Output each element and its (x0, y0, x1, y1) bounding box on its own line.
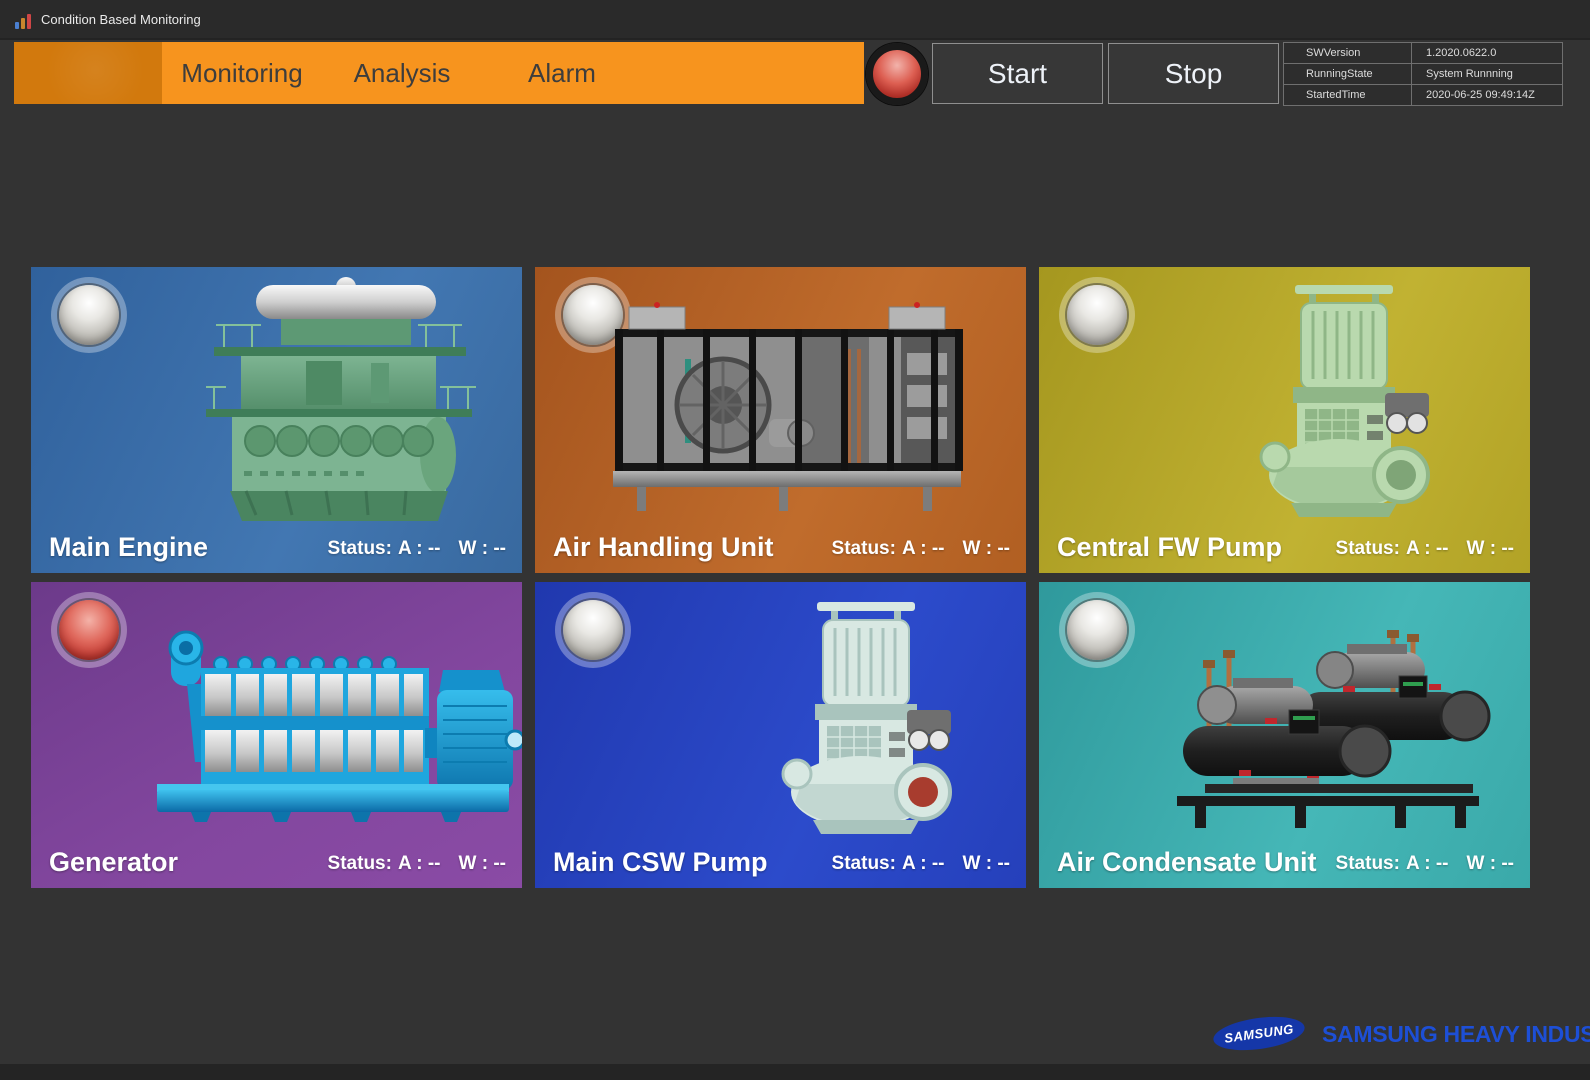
runningstate-value: System Runnning (1412, 64, 1563, 85)
tab-alarm[interactable]: Alarm (482, 58, 642, 89)
tile-status: Status:A : --W : -- (1330, 853, 1514, 875)
startedtime-label: StartedTime (1284, 85, 1412, 106)
central-fw-pump-image (1239, 279, 1449, 519)
start-button[interactable]: Start (932, 43, 1103, 104)
window-title: Condition Based Monitoring (41, 12, 201, 27)
tile-main-csw-pump[interactable]: Main CSW Pump Status:A : --W : -- (535, 582, 1026, 888)
stop-button[interactable]: Stop (1108, 43, 1279, 104)
tile-air-condensate-unit[interactable]: Air Condensate Unit Status:A : --W : -- (1039, 582, 1530, 888)
generator-image (143, 612, 522, 822)
bar-chart-icon (15, 12, 33, 29)
tile-status: Status:A : --W : -- (826, 538, 1010, 560)
samsung-logo: SAMSUNG (1211, 1012, 1306, 1056)
tile-title: Air Handling Unit (553, 532, 773, 563)
tile-title: Air Condensate Unit (1057, 847, 1317, 878)
bottom-strip (0, 1064, 1590, 1080)
status-indicator-lamp (1059, 592, 1135, 668)
system-info-table: SWVersion 1.2020.0622.0 RunningState Sys… (1283, 42, 1563, 106)
tile-generator[interactable]: Generator Status:A : --W : -- (31, 582, 522, 888)
equipment-grid: Main Engine Status:A : --W : -- (31, 267, 1530, 888)
table-row: RunningState System Runnning (1284, 64, 1563, 85)
nav-bar: Monitoring Analysis Alarm (14, 42, 864, 104)
main-engine-image (186, 275, 486, 527)
status-indicator-lamp (51, 592, 127, 668)
tile-title: Central FW Pump (1057, 532, 1282, 563)
tile-status: Status:A : --W : -- (1330, 538, 1514, 560)
air-handling-unit-image (601, 291, 967, 517)
tile-central-fw-pump[interactable]: Central FW Pump Status:A : --W : -- (1039, 267, 1530, 573)
tab-monitoring[interactable]: Monitoring (162, 58, 322, 89)
tile-status: Status:A : --W : -- (826, 853, 1010, 875)
status-indicator-lamp (555, 592, 631, 668)
tile-status: Status:A : --W : -- (322, 538, 506, 560)
power-indicator-lamp (866, 43, 928, 105)
status-indicator-lamp (1059, 277, 1135, 353)
status-indicator-lamp (51, 277, 127, 353)
tab-analysis[interactable]: Analysis (322, 58, 482, 89)
tile-title: Main CSW Pump (553, 847, 768, 878)
tile-main-engine[interactable]: Main Engine Status:A : --W : -- (31, 267, 522, 573)
tile-title: Main Engine (49, 532, 208, 563)
company-name-text: SAMSUNG HEAVY INDUSTRI (1322, 1021, 1590, 1048)
titlebar: Condition Based Monitoring (0, 0, 1590, 40)
swversion-value: 1.2020.0622.0 (1412, 43, 1563, 64)
tile-air-handling-unit[interactable]: Air Handling Unit Status:A : --W : -- (535, 267, 1026, 573)
main-csw-pump-image (761, 592, 971, 840)
tile-status: Status:A : --W : -- (322, 853, 506, 875)
air-condensate-unit-image (1147, 600, 1507, 832)
startedtime-value: 2020-06-25 09:49:14Z (1412, 85, 1563, 106)
samsung-logo-text: SAMSUNG (1223, 1021, 1294, 1046)
nav-tabs: Monitoring Analysis Alarm (162, 42, 642, 104)
table-row: StartedTime 2020-06-25 09:49:14Z (1284, 85, 1563, 106)
table-row: SWVersion 1.2020.0622.0 (1284, 43, 1563, 64)
tile-title: Generator (49, 847, 178, 878)
runningstate-label: RunningState (1284, 64, 1412, 85)
nav-logo-area (14, 42, 162, 104)
swversion-label: SWVersion (1284, 43, 1412, 64)
